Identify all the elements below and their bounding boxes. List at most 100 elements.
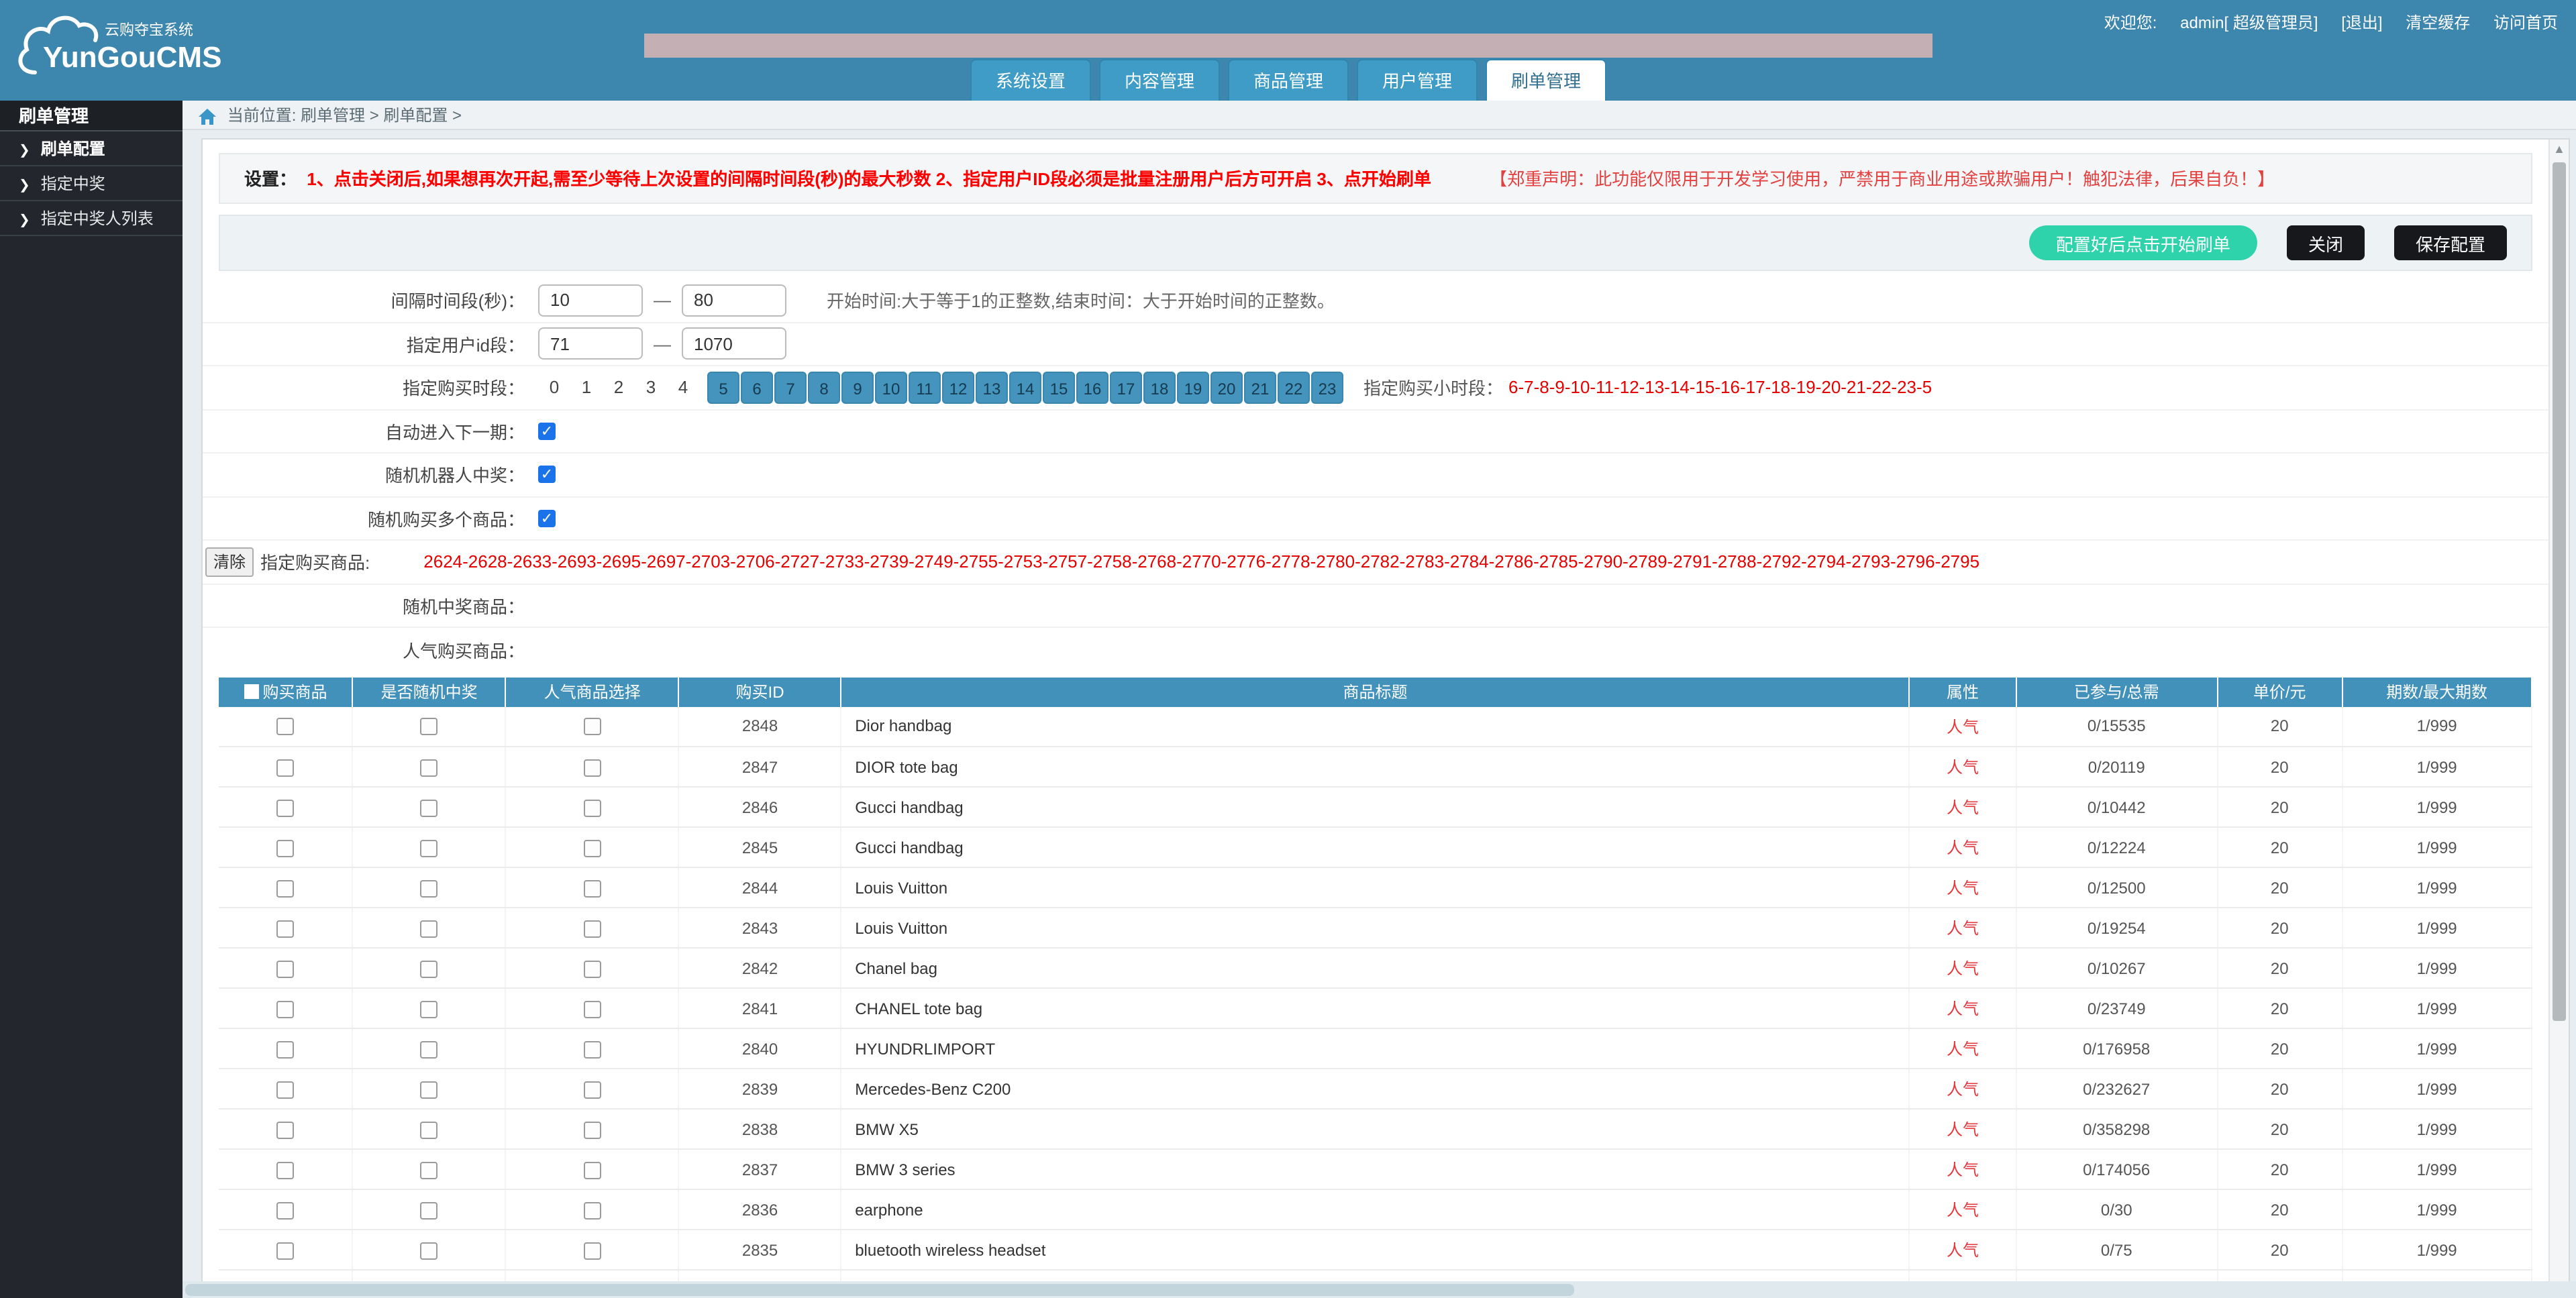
buy-checkbox[interactable] bbox=[276, 960, 294, 977]
random-win-checkbox[interactable] bbox=[421, 799, 438, 816]
home-icon[interactable] bbox=[199, 109, 216, 125]
random-robot-checkbox[interactable]: ✓ bbox=[538, 466, 556, 484]
popular-checkbox[interactable] bbox=[584, 1161, 601, 1179]
hour-selected-13[interactable]: 13 bbox=[976, 372, 1008, 404]
random-win-checkbox[interactable] bbox=[421, 1201, 438, 1219]
hour-option-2[interactable]: 2 bbox=[603, 378, 635, 398]
logout-link[interactable]: [退出] bbox=[2341, 13, 2382, 32]
hour-option-0[interactable]: 0 bbox=[538, 378, 570, 398]
buy-checkbox[interactable] bbox=[276, 879, 294, 897]
buy-checkbox[interactable] bbox=[276, 1121, 294, 1138]
random-win-checkbox[interactable] bbox=[421, 1081, 438, 1098]
random-multi-checkbox[interactable]: ✓ bbox=[538, 510, 556, 527]
clear-button[interactable]: 清除 bbox=[205, 547, 254, 577]
hour-selected-20[interactable]: 20 bbox=[1210, 372, 1243, 404]
sidebar-item-刷单配置[interactable]: ❯刷单配置 bbox=[0, 131, 183, 166]
hour-selected-22[interactable]: 22 bbox=[1278, 372, 1310, 404]
hour-selected-7[interactable]: 7 bbox=[774, 372, 807, 404]
select-all-checkbox[interactable] bbox=[244, 684, 258, 699]
hour-selected-9[interactable]: 9 bbox=[841, 372, 874, 404]
hour-selected-6[interactable]: 6 bbox=[741, 372, 773, 404]
buy-checkbox[interactable] bbox=[276, 1201, 294, 1219]
column-header-已参与/总需: 已参与/总需 bbox=[2016, 677, 2217, 706]
hour-selected-5[interactable]: 5 bbox=[707, 372, 739, 404]
hour-selected-23[interactable]: 23 bbox=[1311, 372, 1343, 404]
attr-cell: 人气 bbox=[1910, 1069, 2016, 1109]
hour-selected-12[interactable]: 12 bbox=[942, 372, 974, 404]
scroll-up-icon[interactable]: ▲ bbox=[2550, 140, 2569, 160]
random-win-checkbox[interactable] bbox=[421, 1040, 438, 1058]
hour-selected-15[interactable]: 15 bbox=[1043, 372, 1075, 404]
hour-selected-14[interactable]: 14 bbox=[1009, 372, 1041, 404]
buy-checkbox[interactable] bbox=[276, 1242, 294, 1259]
random-win-checkbox[interactable] bbox=[421, 1161, 438, 1179]
vertical-scrollbar-thumb[interactable] bbox=[2553, 162, 2566, 1021]
interval-to-input[interactable] bbox=[682, 284, 786, 317]
hour-selected-10[interactable]: 10 bbox=[875, 372, 907, 404]
hour-selected-19[interactable]: 19 bbox=[1177, 372, 1209, 404]
popular-checkbox[interactable] bbox=[584, 799, 601, 816]
hour-selected-11[interactable]: 11 bbox=[909, 372, 941, 404]
random-win-checkbox[interactable] bbox=[421, 718, 438, 736]
hour-option-1[interactable]: 1 bbox=[570, 378, 603, 398]
sidebar-item-指定中奖[interactable]: ❯指定中奖 bbox=[0, 166, 183, 201]
random-win-checkbox[interactable] bbox=[421, 960, 438, 977]
hour-selected-8[interactable]: 8 bbox=[808, 372, 840, 404]
userid-from-input[interactable] bbox=[538, 328, 643, 360]
hour-selected-16[interactable]: 16 bbox=[1076, 372, 1109, 404]
hour-selected-18[interactable]: 18 bbox=[1143, 372, 1176, 404]
random-win-checkbox[interactable] bbox=[421, 920, 438, 937]
hour-option-3[interactable]: 3 bbox=[635, 378, 667, 398]
random-win-checkbox[interactable] bbox=[421, 759, 438, 776]
random-win-checkbox[interactable] bbox=[421, 1242, 438, 1259]
popular-checkbox[interactable] bbox=[584, 1081, 601, 1098]
clear-cache-link[interactable]: 清空缓存 bbox=[2406, 13, 2470, 32]
buy-checkbox[interactable] bbox=[276, 839, 294, 857]
random-win-checkbox[interactable] bbox=[421, 1121, 438, 1138]
tab-系统设置[interactable]: 系统设置 bbox=[970, 59, 1091, 101]
horizontal-scrollbar[interactable] bbox=[183, 1281, 2576, 1298]
buy-checkbox[interactable] bbox=[276, 799, 294, 816]
popular-checkbox[interactable] bbox=[584, 920, 601, 937]
interval-from-input[interactable] bbox=[538, 284, 643, 317]
random-win-checkbox[interactable] bbox=[421, 839, 438, 857]
buy-checkbox[interactable] bbox=[276, 759, 294, 776]
sidebar-items: ❯刷单配置❯指定中奖❯指定中奖人列表 bbox=[0, 131, 183, 236]
buy-checkbox[interactable] bbox=[276, 920, 294, 937]
popular-checkbox[interactable] bbox=[584, 960, 601, 977]
random-win-checkbox[interactable] bbox=[421, 1000, 438, 1018]
save-config-button[interactable]: 保存配置 bbox=[2394, 225, 2507, 260]
goods-title-cell: Chanel bag bbox=[841, 948, 1910, 988]
table-body: 2848Dior handbag人气0/15535201/9992847DIOR… bbox=[219, 706, 2532, 1281]
tab-内容管理[interactable]: 内容管理 bbox=[1099, 59, 1220, 101]
close-button[interactable]: 关闭 bbox=[2287, 225, 2365, 260]
userid-to-input[interactable] bbox=[682, 328, 786, 360]
popular-checkbox[interactable] bbox=[584, 759, 601, 776]
visit-home-link[interactable]: 访问首页 bbox=[2493, 13, 2558, 32]
popular-checkbox[interactable] bbox=[584, 879, 601, 897]
tab-用户管理[interactable]: 用户管理 bbox=[1357, 59, 1478, 101]
start-brush-button[interactable]: 配置好后点击开始刷单 bbox=[2029, 225, 2257, 260]
auto-next-checkbox[interactable]: ✓ bbox=[538, 423, 556, 440]
hour-option-4[interactable]: 4 bbox=[667, 378, 699, 398]
random-win-checkbox[interactable] bbox=[421, 879, 438, 897]
sidebar-item-指定中奖人列表[interactable]: ❯指定中奖人列表 bbox=[0, 201, 183, 236]
tab-商品管理[interactable]: 商品管理 bbox=[1228, 59, 1349, 101]
buy-checkbox[interactable] bbox=[276, 1161, 294, 1179]
hour-selected-21[interactable]: 21 bbox=[1244, 372, 1276, 404]
popular-checkbox[interactable] bbox=[584, 1201, 601, 1219]
popular-checkbox[interactable] bbox=[584, 1000, 601, 1018]
buy-checkbox[interactable] bbox=[276, 1040, 294, 1058]
popular-checkbox[interactable] bbox=[584, 1040, 601, 1058]
popular-checkbox[interactable] bbox=[584, 1121, 601, 1138]
buy-checkbox[interactable] bbox=[276, 1081, 294, 1098]
vertical-scrollbar[interactable]: ▲ bbox=[2548, 140, 2569, 1281]
buy-checkbox[interactable] bbox=[276, 1000, 294, 1018]
buy-checkbox[interactable] bbox=[276, 718, 294, 736]
horizontal-scrollbar-thumb[interactable] bbox=[185, 1284, 1574, 1296]
popular-checkbox[interactable] bbox=[584, 1242, 601, 1259]
popular-checkbox[interactable] bbox=[584, 718, 601, 736]
popular-checkbox[interactable] bbox=[584, 839, 601, 857]
hour-selected-17[interactable]: 17 bbox=[1110, 372, 1142, 404]
tab-刷单管理[interactable]: 刷单管理 bbox=[1486, 59, 1606, 101]
